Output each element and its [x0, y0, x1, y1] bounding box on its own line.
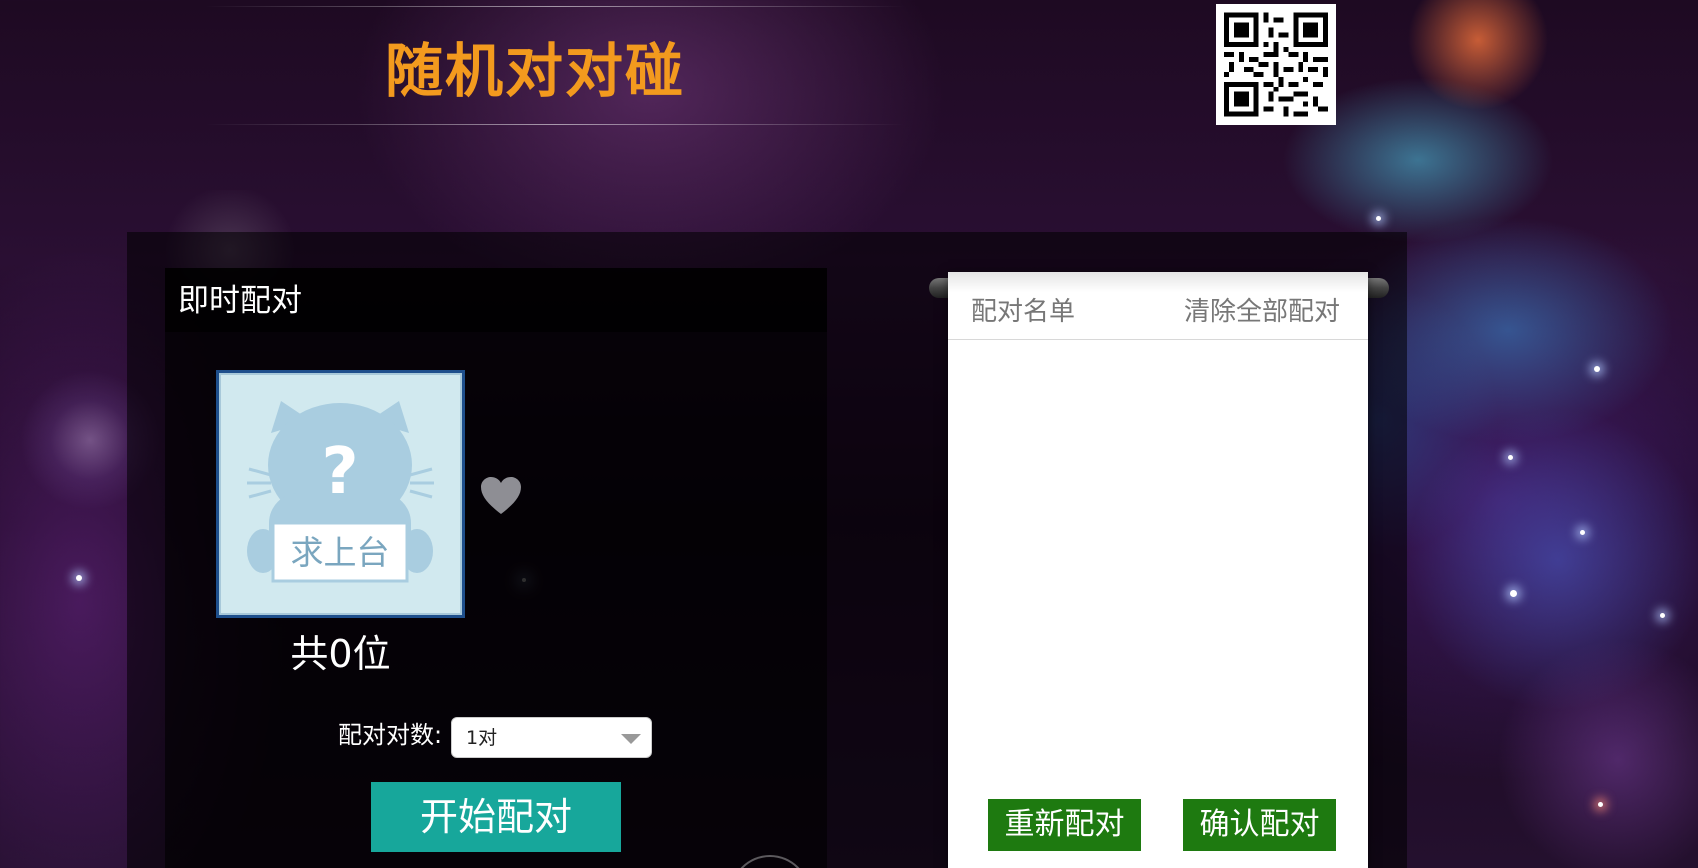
background-sparkle: [1510, 590, 1517, 597]
svg-text:?: ?: [321, 435, 358, 509]
participant-count: 共0位: [290, 632, 391, 676]
pair-count-select[interactable]: 1对: [451, 717, 652, 758]
clear-all-pairs-link[interactable]: 清除全部配对: [1184, 296, 1340, 328]
background-sparkle: [1598, 802, 1603, 807]
pair-count-label: 配对对数:: [338, 721, 443, 749]
instant-pairing-title: 即时配对: [178, 283, 302, 319]
background-sparkle: [76, 575, 82, 581]
pair-count-selected-value: 1对: [466, 727, 498, 749]
background-sparkle: [1594, 366, 1600, 372]
header-divider-top: [205, 6, 905, 7]
cat-placeholder-icon: ?: [247, 401, 434, 583]
start-pairing-button[interactable]: 开始配对: [371, 782, 621, 852]
qr-code-icon: [1224, 12, 1328, 117]
pair-list-title: 配对名单: [971, 297, 1076, 327]
repair-button[interactable]: 重新配对: [988, 799, 1141, 851]
avatar-sign-text: 求上台: [290, 533, 390, 572]
qr-code: [1216, 4, 1336, 125]
pair-list: [948, 342, 1368, 782]
background-sparkle: [1580, 530, 1585, 535]
confirm-pairing-button[interactable]: 确认配对: [1183, 799, 1336, 851]
background-sparkle: [1508, 455, 1513, 460]
background-sparkle: [1660, 613, 1665, 618]
pair-list-header: 配对名单 清除全部配对: [948, 272, 1368, 340]
pair-list-panel: 配对名单 清除全部配对 重新配对 确认配对: [948, 272, 1368, 868]
chevron-down-icon: [621, 734, 641, 744]
page-title: 随机对对碰: [384, 37, 685, 105]
participant-avatar[interactable]: ? 求上台: [216, 370, 465, 618]
header-divider-bottom: [205, 124, 905, 125]
heart-icon[interactable]: [480, 476, 522, 516]
background-sparkle: [1376, 216, 1381, 221]
